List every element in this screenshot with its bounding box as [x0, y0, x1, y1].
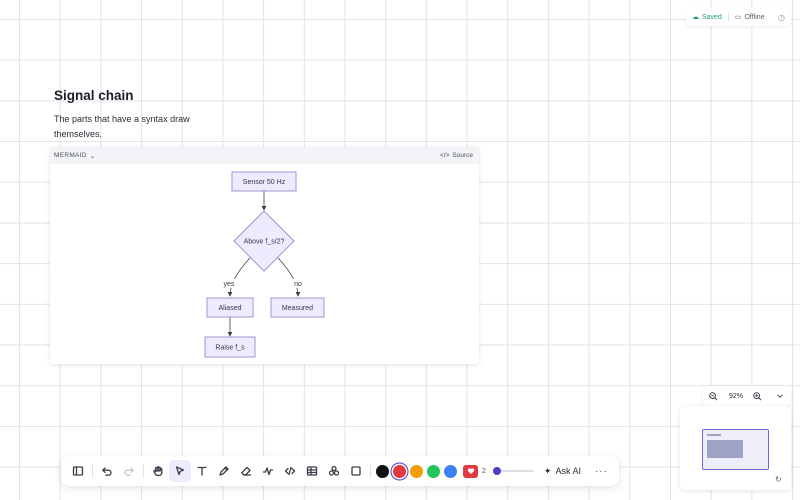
- sidebar-icon[interactable]: [67, 460, 89, 482]
- ask-ai-button[interactable]: ✦ Ask AI: [544, 466, 581, 477]
- node-raise-label: Raise f_s: [215, 345, 245, 352]
- rectangle-icon[interactable]: [345, 460, 367, 482]
- heart-icon[interactable]: [463, 464, 478, 478]
- toolbar-divider: [370, 464, 371, 478]
- node-sensor-label: Sensor 50 Hz: [243, 179, 286, 186]
- sparkle-icon: ✦: [543, 465, 552, 476]
- language-selector[interactable]: MERMAID ⌄: [54, 152, 96, 160]
- toolbar-divider: [143, 464, 144, 478]
- section-heading[interactable]: Signal chain: [54, 88, 134, 103]
- mermaid-header: MERMAID ⌄ </> Source: [50, 147, 479, 164]
- zoom-out-icon[interactable]: [707, 389, 721, 403]
- node-measured-label: Measured: [282, 305, 313, 312]
- sync-status: ☁ Saved ▭ Offline ◷: [686, 8, 791, 26]
- edge-yes: [227, 257, 251, 297]
- table-icon[interactable]: [301, 460, 323, 482]
- language-label: MERMAID: [54, 152, 87, 159]
- edge-label-no: no: [294, 281, 302, 288]
- source-label: Source: [452, 152, 473, 159]
- chevron-down-icon[interactable]: [773, 389, 787, 403]
- redo-icon[interactable]: [118, 460, 140, 482]
- color-blue[interactable]: [444, 464, 457, 478]
- color-green[interactable]: [427, 464, 440, 478]
- document-icon: ▭: [734, 13, 742, 21]
- connector-icon[interactable]: [257, 460, 279, 482]
- select-icon[interactable]: [169, 460, 191, 482]
- offline-status[interactable]: ▭ Offline: [735, 14, 765, 21]
- cloud-check-icon: ☁: [692, 13, 699, 21]
- bottom-toolbar: 2 ✦ Ask AI ···: [61, 456, 619, 486]
- color-orange[interactable]: [410, 464, 423, 478]
- minimap-viewport[interactable]: [702, 429, 769, 470]
- minimap-heading: [707, 434, 721, 436]
- minimap-block: [707, 440, 743, 458]
- undo-icon[interactable]: [96, 460, 118, 482]
- history-icon[interactable]: ◷: [778, 13, 785, 22]
- zoom-level[interactable]: 92%: [729, 393, 743, 400]
- more-options-icon[interactable]: ···: [595, 466, 608, 477]
- pen-icon[interactable]: [213, 460, 235, 482]
- code-icon: </>: [439, 152, 450, 159]
- code-icon[interactable]: [279, 460, 301, 482]
- minimap[interactable]: ↻: [680, 406, 791, 490]
- saved-label: Saved: [702, 13, 722, 21]
- edge-label-yes: yes: [224, 281, 235, 288]
- status-divider: [727, 13, 729, 21]
- node-decision-label: Above f_s/2?: [244, 239, 285, 246]
- selection-count: 2: [482, 467, 486, 475]
- slider-thumb[interactable]: [492, 467, 501, 475]
- reset-view-icon[interactable]: ↻: [775, 475, 782, 484]
- source-button[interactable]: </> Source: [440, 152, 473, 159]
- color-black[interactable]: [376, 464, 389, 478]
- chevron-down-icon: ⌄: [89, 152, 96, 160]
- saved-status: ☁ Saved: [692, 14, 722, 21]
- zoom-in-icon[interactable]: [751, 389, 765, 403]
- mermaid-block[interactable]: MERMAID ⌄ </> Source Sensor 50 Hz Above …: [50, 147, 479, 364]
- zoom-control: 92%: [703, 386, 791, 406]
- mermaid-diagram: Sensor 50 Hz Above f_s/2? yes no Aliased…: [50, 164, 479, 364]
- color-red[interactable]: [393, 464, 406, 478]
- eraser-icon[interactable]: [235, 460, 257, 482]
- ask-ai-label: Ask AI: [555, 466, 581, 476]
- shapes-icon[interactable]: [323, 460, 345, 482]
- toolbar-divider: [92, 464, 93, 478]
- offline-label: Offline: [744, 13, 765, 21]
- edge-no: [277, 257, 301, 297]
- stroke-width-slider[interactable]: [492, 466, 534, 476]
- text-icon[interactable]: [191, 460, 213, 482]
- node-aliased-label: Aliased: [219, 305, 242, 312]
- hand-icon[interactable]: [147, 460, 169, 482]
- paragraph[interactable]: The parts that have a syntax draw themse…: [54, 112, 204, 141]
